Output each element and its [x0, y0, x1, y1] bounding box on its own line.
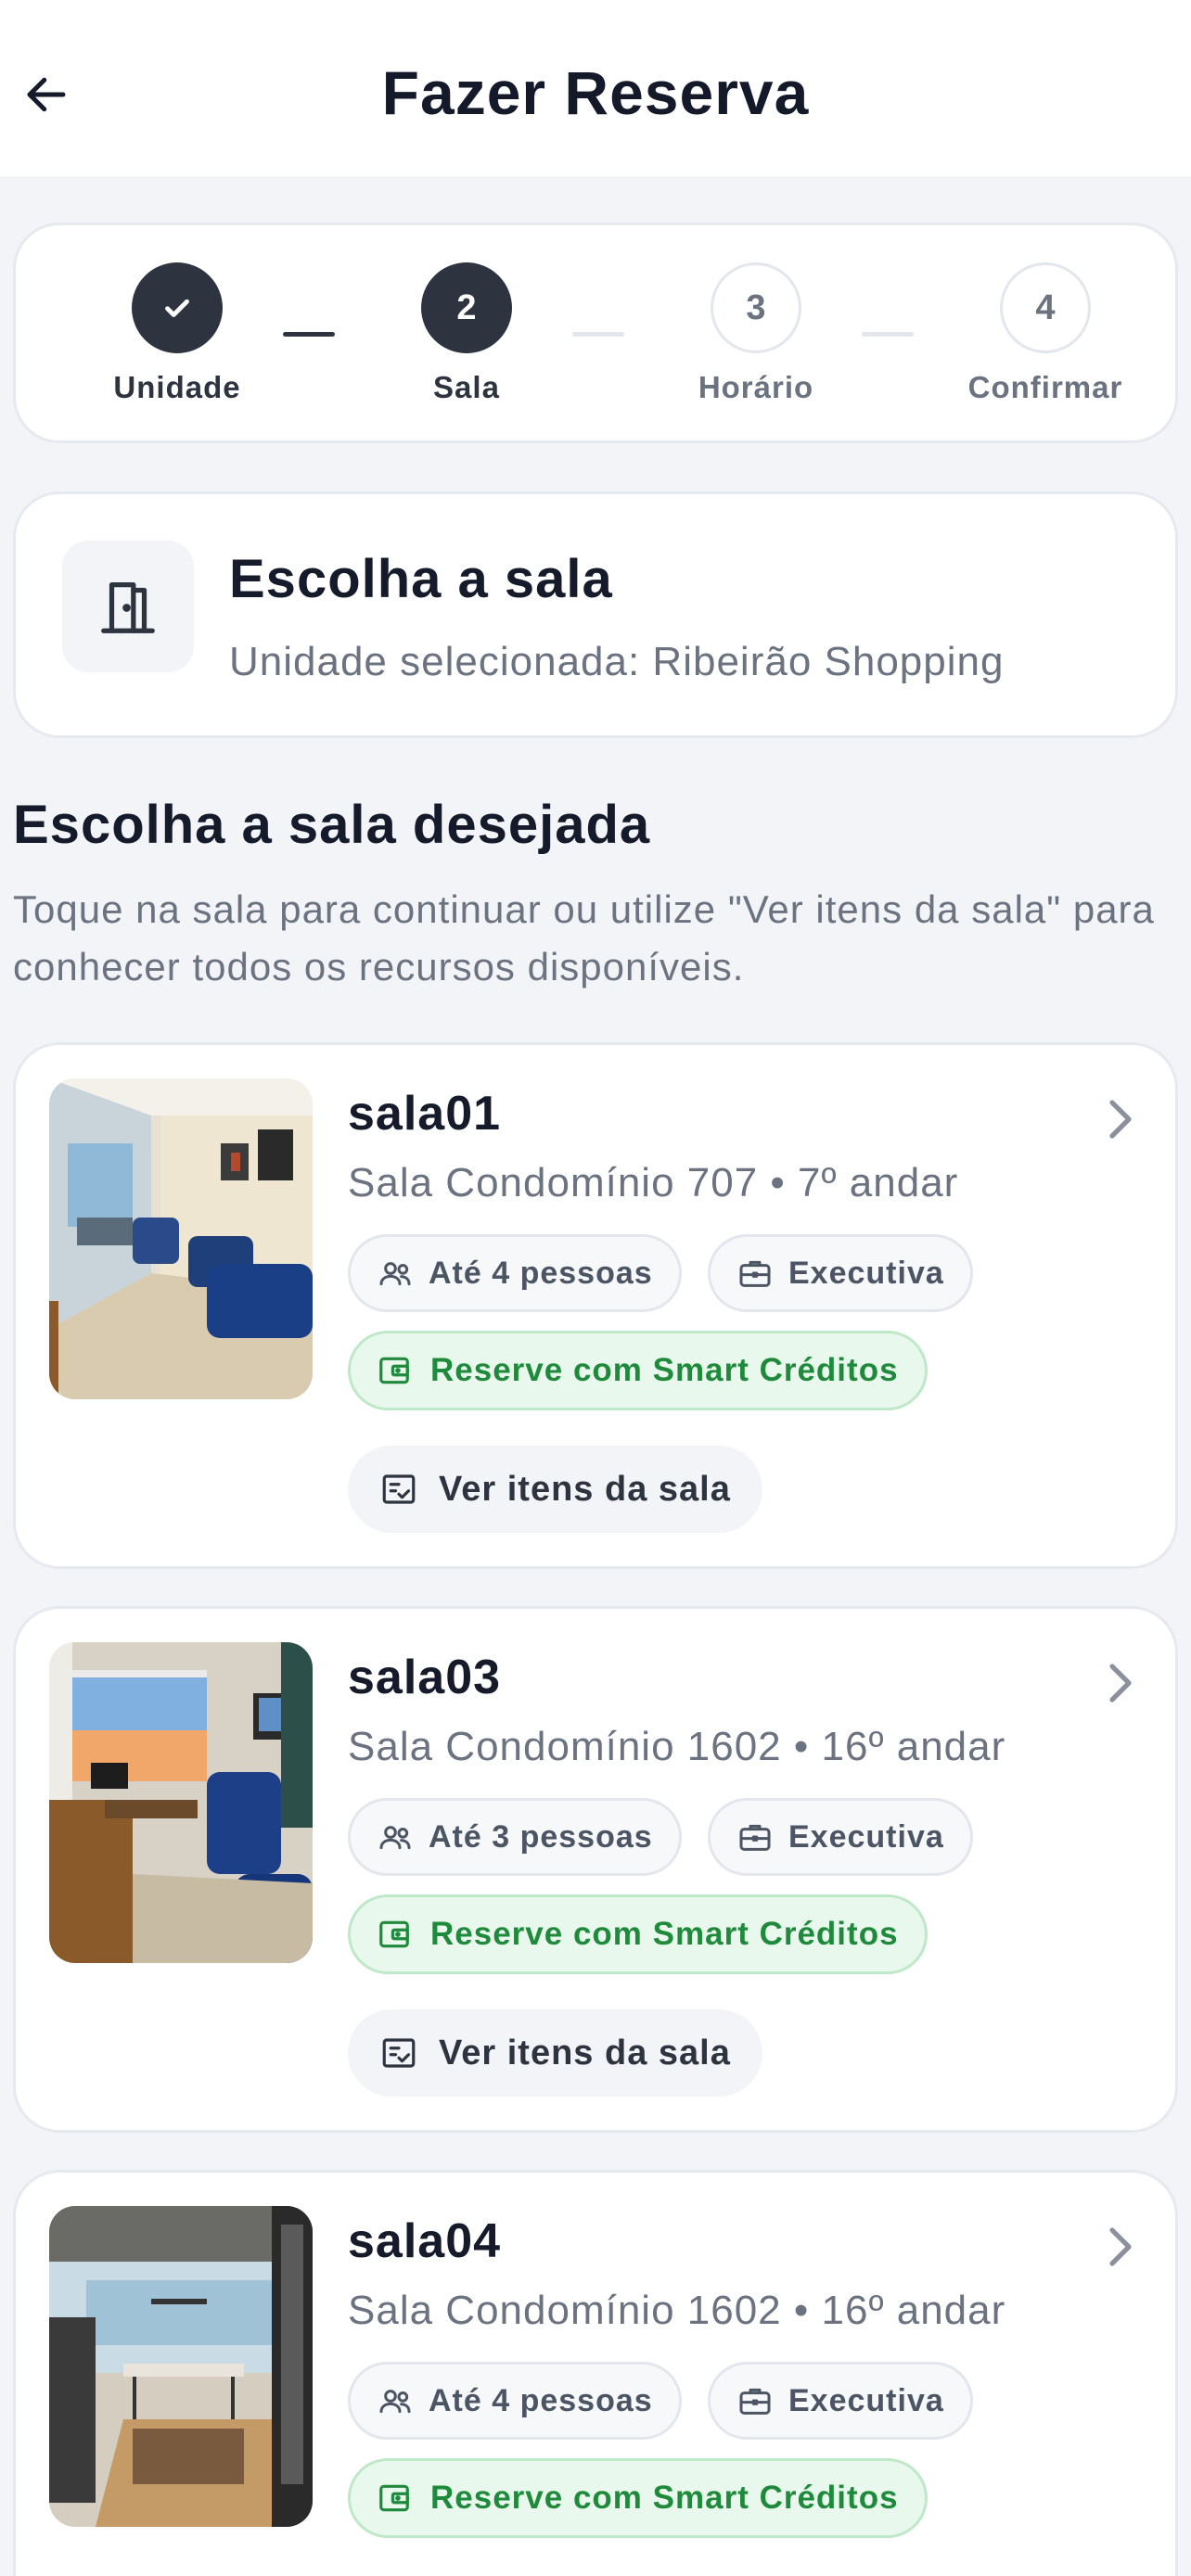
step-2-circle: 2	[421, 262, 512, 353]
step-2-label: Sala	[433, 370, 500, 404]
wallet-icon	[379, 1920, 409, 1948]
view-room-items-label: Ver itens da sala	[439, 1469, 731, 1509]
room-name: sala01	[348, 1087, 502, 1141]
capacity-chip: Até 4 pessoas	[348, 2362, 682, 2440]
people-icon	[379, 2390, 411, 2414]
booking-stepper: Unidade 2 Sala 3 Horário 4 Confirmar	[13, 223, 1178, 443]
check-icon	[165, 299, 189, 317]
door-icon-box	[62, 541, 194, 672]
room-card-sala03[interactable]: sala03 Sala Condomínio 1602 • 16º andar …	[13, 1606, 1178, 2133]
capacity-chip: Até 3 pessoas	[348, 1798, 682, 1876]
step-4-circle: 4	[1000, 262, 1091, 353]
smart-credits-label: Reserve com Smart Créditos	[430, 1916, 899, 1952]
app-header: Fazer Reserva	[0, 0, 1191, 176]
step-4-label: Confirmar	[967, 370, 1123, 404]
room-type-chip: Executiva	[708, 1798, 973, 1876]
wallet-icon	[379, 1357, 409, 1384]
room-photo	[49, 2206, 313, 2527]
info-subtitle: Unidade selecionada: Ribeirão Shopping	[229, 639, 1005, 684]
capacity-label: Até 4 pessoas	[429, 1255, 653, 1291]
step-sala[interactable]: 2 Sala	[374, 262, 559, 405]
room-photo	[49, 1078, 313, 1399]
people-icon	[379, 1262, 411, 1286]
unit-info-card: Escolha a sala Unidade selecionada: Ribe…	[13, 491, 1178, 738]
room-location: Sala Condomínio 1602 • 16º andar	[348, 2288, 1006, 2333]
room-location: Sala Condomínio 707 • 7º andar	[348, 1160, 959, 1205]
room-name: sala04	[348, 2214, 502, 2268]
capacity-chip: Até 4 pessoas	[348, 1234, 682, 1312]
capacity-label: Até 4 pessoas	[429, 2382, 653, 2418]
room-card-sala01[interactable]: sala01 Sala Condomínio 707 • 7º andar At…	[13, 1042, 1178, 1569]
page-title: Fazer Reserva	[381, 58, 810, 127]
room-type-chip: Executiva	[708, 1234, 973, 1312]
info-title: Escolha a sala	[229, 549, 613, 609]
section-description: Toque na sala para continuar ou utilize …	[13, 887, 1155, 988]
section-title: Escolha a sala desejada	[13, 795, 651, 855]
room-type-label: Executiva	[788, 1255, 944, 1291]
door-icon	[101, 582, 155, 633]
room-type-label: Executiva	[788, 1818, 944, 1855]
chevron-right-icon	[1101, 2221, 1138, 2273]
view-room-items-button[interactable]: Ver itens da sala	[348, 1446, 762, 1533]
briefcase-icon	[739, 1824, 771, 1851]
room-location: Sala Condomínio 1602 • 16º andar	[348, 1724, 1006, 1769]
step-connector-2	[572, 332, 624, 337]
smart-credits-chip: Reserve com Smart Créditos	[348, 2458, 928, 2538]
step-3-label: Horário	[698, 370, 814, 404]
wallet-icon	[379, 2484, 409, 2512]
view-room-items-button[interactable]: Ver itens da sala	[348, 2009, 762, 2097]
room-photo	[49, 1642, 313, 1963]
smart-credits-label: Reserve com Smart Créditos	[430, 1352, 899, 1388]
chevron-right-icon	[1101, 1657, 1138, 1709]
step-connector-3	[862, 332, 914, 337]
step-horario[interactable]: 3 Horário	[663, 262, 849, 405]
smart-credits-label: Reserve com Smart Créditos	[430, 2480, 899, 2516]
step-3-circle: 3	[711, 262, 801, 353]
briefcase-icon	[739, 1260, 771, 1287]
checklist-icon	[382, 2038, 416, 2068]
room-name: sala03	[348, 1651, 502, 1704]
smart-credits-chip: Reserve com Smart Créditos	[348, 1894, 928, 1974]
chevron-right-icon	[1101, 1093, 1138, 1145]
checklist-icon	[382, 1474, 416, 1504]
room-type-label: Executiva	[788, 2382, 944, 2418]
capacity-label: Até 3 pessoas	[429, 1818, 653, 1855]
room-card-sala04[interactable]: sala04 Sala Condomínio 1602 • 16º andar …	[13, 2170, 1178, 2576]
smart-credits-chip: Reserve com Smart Créditos	[348, 1331, 928, 1410]
step-1-circle	[132, 262, 223, 353]
step-1-label: Unidade	[113, 370, 241, 404]
briefcase-icon	[739, 2388, 771, 2415]
people-icon	[379, 1826, 411, 1850]
room-type-chip: Executiva	[708, 2362, 973, 2440]
view-room-items-label: Ver itens da sala	[439, 2033, 731, 2072]
step-confirmar[interactable]: 4 Confirmar	[953, 262, 1138, 405]
step-unidade[interactable]: Unidade	[84, 262, 270, 405]
step-connector-1	[283, 332, 335, 337]
